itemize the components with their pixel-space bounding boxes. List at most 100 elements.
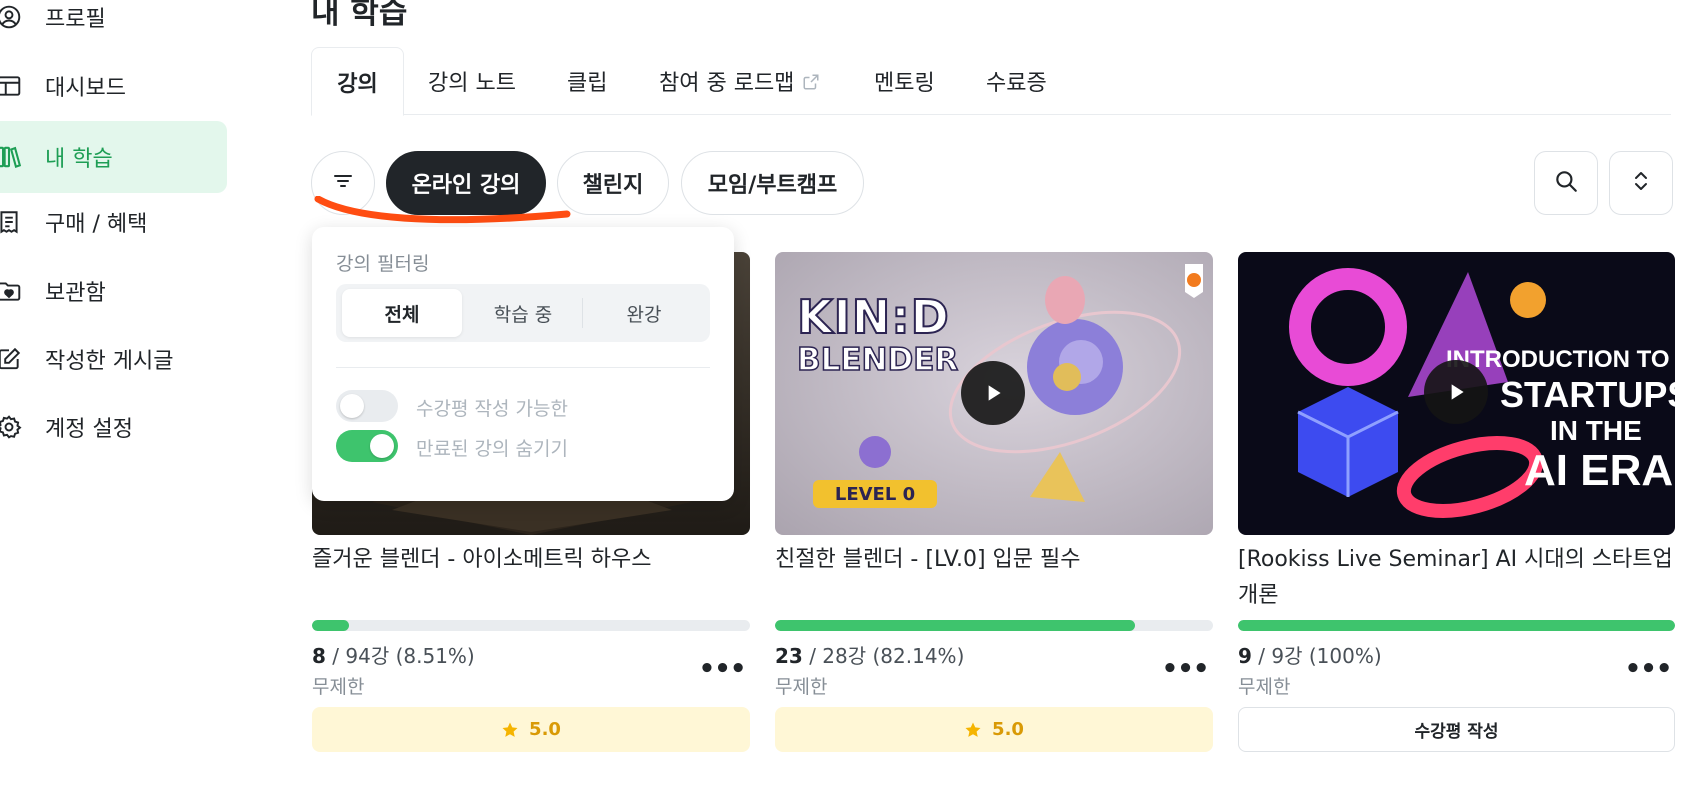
tab-clips[interactable]: 클립 bbox=[567, 47, 607, 115]
tab-certificates[interactable]: 수료증 bbox=[986, 47, 1047, 115]
star-icon bbox=[502, 722, 518, 737]
write-review-button[interactable]: 수강평 작성 bbox=[1238, 707, 1675, 752]
chip-bootcamp[interactable]: 모임/부트캠프 bbox=[681, 151, 864, 215]
tab-label: 수료증 bbox=[986, 71, 1047, 96]
lessons-done: 23 bbox=[775, 644, 803, 668]
toggle-knob bbox=[370, 434, 394, 458]
review-button-label: 수강평 작성 bbox=[1414, 722, 1499, 742]
heart-folder-icon bbox=[0, 276, 24, 306]
course-card[interactable]: INTRODUCTION TO STARTUPS IN THE AI ERA [… bbox=[1238, 252, 1676, 752]
course-title[interactable]: [Rookiss Live Seminar] AI 시대의 스타트업 개론 bbox=[1238, 542, 1678, 614]
chip-label: 온라인 강의 bbox=[411, 173, 521, 198]
tab-roadmaps[interactable]: 참여 중 로드맵 bbox=[659, 47, 820, 115]
chip-label: 모임/부트캠프 bbox=[707, 173, 838, 198]
sidebar-item-purchases[interactable]: 구매 / 혜택 bbox=[0, 186, 227, 258]
sidebar-item-label: 대시보드 bbox=[45, 76, 126, 101]
sidebar-item-my-posts[interactable]: 작성한 게시글 bbox=[0, 323, 227, 395]
lessons-total: / 94강 (8.51%) bbox=[325, 644, 475, 668]
external-link-icon bbox=[802, 72, 820, 90]
progress-text: 23 / 28강 (82.14%) bbox=[775, 640, 964, 669]
segment-label: 완강 bbox=[626, 303, 662, 326]
more-icon: ••• bbox=[1161, 654, 1210, 684]
tab-course-notes[interactable]: 강의 노트 bbox=[428, 47, 516, 115]
tab-mentoring[interactable]: 멘토링 bbox=[874, 47, 935, 115]
access-period: 무제한 bbox=[775, 676, 828, 698]
lessons-done: 9 bbox=[1238, 644, 1252, 668]
segment-label: 학습 중 bbox=[493, 303, 553, 326]
course-thumbnail[interactable]: INTRODUCTION TO STARTUPS IN THE AI ERA bbox=[1238, 252, 1675, 535]
more-icon: ••• bbox=[698, 654, 747, 684]
rating-bar[interactable]: 5.0 bbox=[312, 707, 750, 752]
progress-fill bbox=[312, 620, 350, 631]
search-button[interactable] bbox=[1534, 151, 1598, 215]
progress-fill bbox=[775, 620, 1135, 631]
sidebar-item-archive[interactable]: 보관함 bbox=[0, 255, 227, 327]
toggle-hide-expired[interactable] bbox=[336, 430, 398, 462]
progress-bar bbox=[312, 620, 750, 631]
chip-challenge[interactable]: 챌린지 bbox=[557, 151, 669, 215]
tab-courses[interactable]: 강의 bbox=[311, 47, 404, 116]
receipt-icon bbox=[0, 207, 24, 237]
sidebar-item-label: 구매 / 혜택 bbox=[45, 212, 148, 237]
tab-bar: 강의 강의 노트 클립 참여 중 로드맵 멘토링 수료증 bbox=[311, 47, 1671, 116]
play-icon bbox=[1451, 384, 1464, 400]
segment-in-progress[interactable]: 학습 중 bbox=[463, 289, 583, 337]
star-icon bbox=[965, 722, 981, 737]
page-title: 내 학습 bbox=[311, 0, 408, 31]
course-filter-popover: 강의 필터링 전체 학습 중 완강 수강평 작성 가능한 만료된 강의 숨기기 bbox=[312, 227, 734, 501]
popover-divider bbox=[336, 367, 710, 368]
toggle-reviewable[interactable] bbox=[336, 390, 398, 422]
more-options-button[interactable]: ••• bbox=[1625, 654, 1673, 684]
thumb-title-startups: STARTUPS bbox=[1500, 374, 1675, 415]
sidebar-item-my-learning[interactable]: 내 학습 bbox=[0, 121, 227, 193]
sidebar: 프로필 대시보드 내 학습 구매 / 혜택 보관함 작성한 게시글 계정 설정 bbox=[0, 0, 230, 811]
thumb-title-ai-era: AI ERA bbox=[1524, 446, 1674, 495]
toggle-hide-expired-label: 만료된 강의 숨기기 bbox=[416, 438, 568, 460]
progress-bar bbox=[1238, 620, 1675, 631]
rating-bar[interactable]: 5.0 bbox=[775, 707, 1213, 752]
sort-icon bbox=[1629, 169, 1653, 197]
user-circle-icon bbox=[0, 2, 24, 32]
course-title[interactable]: 즐거운 블렌더 - 아이소메트릭 하우스 bbox=[312, 542, 752, 578]
sidebar-item-label: 계정 설정 bbox=[45, 417, 133, 442]
segment-label: 전체 bbox=[384, 303, 420, 326]
books-icon bbox=[0, 142, 24, 172]
thumb-title-blender: BLENDER bbox=[796, 341, 959, 379]
segment-completed[interactable]: 완강 bbox=[584, 289, 704, 337]
more-options-button[interactable]: ••• bbox=[1162, 654, 1210, 684]
access-period: 무제한 bbox=[1238, 676, 1291, 698]
thumb-level-badge: LEVEL 0 bbox=[813, 480, 937, 508]
play-button[interactable] bbox=[961, 361, 1025, 425]
sidebar-item-label: 보관함 bbox=[45, 281, 106, 306]
popover-title: 강의 필터링 bbox=[336, 253, 430, 275]
filter-icon bbox=[331, 169, 355, 197]
tab-label: 참여 중 로드맵 bbox=[659, 71, 795, 96]
course-card[interactable]: KIN:D BLENDER LEVEL 0 친절한 블렌더 - [LV.0] 입… bbox=[775, 252, 1213, 752]
sidebar-item-account-settings[interactable]: 계정 설정 bbox=[0, 391, 227, 463]
search-icon bbox=[1553, 168, 1579, 198]
access-period: 무제한 bbox=[312, 676, 365, 698]
sidebar-item-label: 프로필 bbox=[45, 7, 106, 32]
progress-text: 9 / 9강 (100%) bbox=[1238, 640, 1382, 669]
tab-label: 멘토링 bbox=[874, 71, 935, 96]
course-title[interactable]: 친절한 블렌더 - [LV.0] 입문 필수 bbox=[775, 542, 1215, 578]
play-icon bbox=[988, 385, 1001, 401]
lessons-done: 8 bbox=[312, 644, 326, 668]
progress-bar bbox=[775, 620, 1213, 631]
tab-label: 클립 bbox=[567, 71, 608, 96]
rating-value: 5.0 bbox=[529, 719, 561, 740]
toggle-reviewable-label: 수강평 작성 가능한 bbox=[416, 398, 568, 420]
more-options-button[interactable]: ••• bbox=[699, 654, 747, 684]
sidebar-item-label: 작성한 게시글 bbox=[45, 349, 174, 374]
sort-button[interactable] bbox=[1609, 151, 1673, 215]
play-button[interactable] bbox=[1424, 360, 1488, 424]
progress-fill bbox=[1238, 620, 1675, 631]
course-thumbnail[interactable]: KIN:D BLENDER LEVEL 0 bbox=[775, 252, 1213, 535]
sidebar-item-profile[interactable]: 프로필 bbox=[0, 0, 227, 53]
thumb-title-in-the: IN THE bbox=[1550, 415, 1642, 446]
sidebar-item-dashboard[interactable]: 대시보드 bbox=[0, 50, 227, 122]
toggle-knob bbox=[340, 394, 364, 418]
sidebar-item-label: 내 학습 bbox=[45, 147, 113, 172]
progress-text: 8 / 94강 (8.51%) bbox=[312, 640, 475, 669]
segment-all[interactable]: 전체 bbox=[342, 289, 462, 337]
